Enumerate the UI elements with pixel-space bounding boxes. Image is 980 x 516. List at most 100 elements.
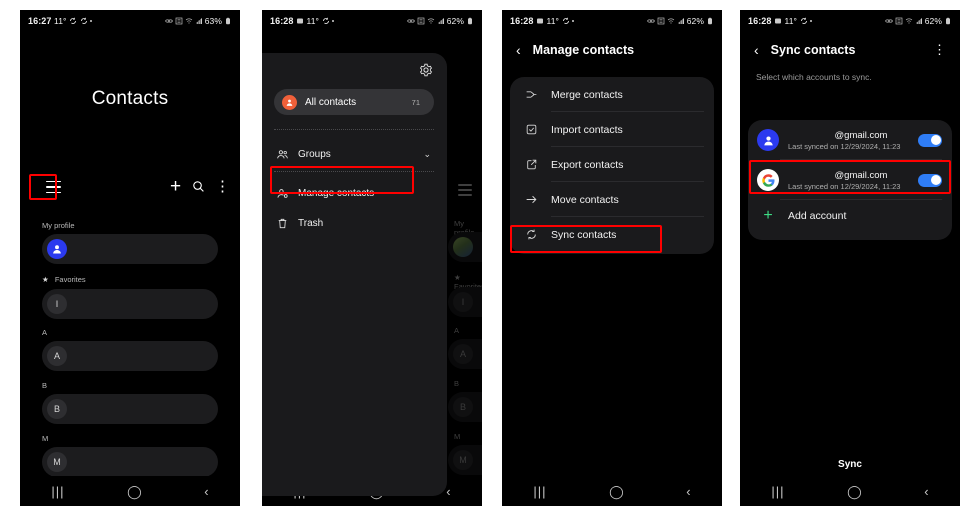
signal-icon bbox=[677, 17, 685, 25]
drawer-item-groups[interactable]: Groups ⌄ bbox=[274, 141, 439, 167]
all-contacts-item[interactable]: All contacts 71 bbox=[274, 89, 434, 115]
home-button[interactable]: ◯ bbox=[609, 485, 624, 498]
back-button[interactable]: ‹ bbox=[924, 485, 928, 498]
status-dot-icon bbox=[810, 20, 813, 22]
list-item: I bbox=[448, 287, 482, 317]
status-right: 63% bbox=[165, 16, 232, 26]
status-left: 16:28 11° bbox=[510, 16, 575, 26]
back-button[interactable]: ‹ bbox=[686, 485, 690, 498]
signal-icon bbox=[915, 17, 923, 25]
list-item[interactable] bbox=[42, 234, 218, 264]
hamburger-icon bbox=[458, 184, 476, 196]
recents-button[interactable]: ||| bbox=[771, 485, 784, 498]
panel-navigation-drawer: 16:28 11° 62% My profile ★ Favorites bbox=[262, 10, 482, 506]
list-item: M bbox=[448, 445, 482, 475]
account-sync-toggle[interactable] bbox=[918, 133, 942, 147]
all-contacts-label: All contacts bbox=[305, 96, 357, 108]
import-icon bbox=[520, 123, 542, 136]
menu-item-merge-contacts[interactable]: Merge contacts bbox=[510, 77, 714, 112]
screenshot-root: 16:27 11° 63% Contacts + ⋮ My profile ★ … bbox=[0, 0, 980, 516]
home-button[interactable]: ◯ bbox=[847, 485, 862, 498]
panel-sync-contacts: 16:28 11° 62% ‹ Sync contacts ⋮ Select w… bbox=[740, 10, 960, 506]
status-dot-icon bbox=[572, 20, 575, 22]
sync-status-icon bbox=[562, 17, 570, 25]
plus-icon: + bbox=[763, 207, 773, 224]
status-temp: 11° bbox=[54, 16, 67, 26]
avatar: B bbox=[47, 399, 67, 419]
app-bar: ‹ Manage contacts bbox=[502, 32, 722, 68]
battery-percent: 62% bbox=[686, 16, 704, 26]
battery-icon bbox=[224, 17, 232, 25]
plus-icon[interactable]: + bbox=[170, 176, 181, 198]
sync-status-icon bbox=[69, 17, 77, 25]
menu-item-import-contacts[interactable]: Import contacts bbox=[510, 112, 714, 147]
avatar bbox=[47, 239, 67, 259]
manage-contacts-card: Merge contacts Import contacts Export co… bbox=[510, 77, 714, 254]
status-dot-icon bbox=[332, 20, 335, 22]
contacts-badge-icon bbox=[282, 94, 297, 110]
merge-icon bbox=[520, 88, 542, 101]
link-icon bbox=[885, 17, 893, 25]
gear-icon[interactable] bbox=[419, 63, 433, 77]
avatar: B bbox=[453, 397, 473, 417]
back-arrow-icon[interactable]: ‹ bbox=[754, 43, 759, 57]
battery-icon bbox=[706, 17, 714, 25]
recents-button[interactable]: ||| bbox=[533, 485, 546, 498]
section-label-favorites: ★ Favorites bbox=[42, 275, 86, 284]
back-button[interactable]: ‹ bbox=[204, 485, 208, 498]
drawer-item-manage-contacts[interactable]: Manage contacts bbox=[274, 180, 439, 206]
list-item[interactable]: A bbox=[42, 341, 218, 371]
status-temp: 11° bbox=[784, 16, 798, 26]
avatar bbox=[453, 237, 473, 257]
status-temp: 11° bbox=[306, 16, 320, 26]
list-item[interactable]: I bbox=[42, 289, 218, 319]
link-icon bbox=[407, 17, 415, 25]
status-left: 16:28 11° bbox=[748, 16, 813, 26]
chevron-down-icon[interactable]: ⌄ bbox=[423, 149, 431, 160]
battery-icon bbox=[944, 17, 952, 25]
divider bbox=[274, 171, 434, 172]
status-left: 16:28 11° bbox=[270, 16, 335, 26]
system-navigation-bar: ||| ◯ ‹ bbox=[740, 476, 960, 506]
menu-item-sync-contacts[interactable]: Sync contacts bbox=[510, 217, 714, 252]
accounts-card: @gmail.com Last synced on 12/29/2024, 11… bbox=[748, 120, 952, 240]
status-bar: 16:28 11° 62% bbox=[502, 10, 722, 32]
section-label-m: M bbox=[454, 432, 461, 441]
recents-button[interactable]: ||| bbox=[51, 485, 64, 498]
account-row[interactable]: @gmail.com Last synced on 12/29/2024, 11… bbox=[748, 160, 952, 200]
wifi-icon bbox=[905, 17, 913, 25]
menu-item-label: Sync contacts bbox=[551, 228, 617, 241]
signal-icon bbox=[195, 17, 203, 25]
menu-item-export-contacts[interactable]: Export contacts bbox=[510, 147, 714, 182]
nfc-icon bbox=[657, 17, 665, 25]
more-options-icon[interactable]: ⋮ bbox=[933, 42, 946, 58]
avatar: I bbox=[47, 294, 67, 314]
status-right: 62% bbox=[885, 16, 952, 26]
menu-item-move-contacts[interactable]: Move contacts bbox=[510, 182, 714, 217]
wifi-icon bbox=[185, 17, 193, 25]
back-arrow-icon[interactable]: ‹ bbox=[516, 43, 521, 57]
screenshot-icon bbox=[296, 17, 304, 25]
section-label-b: B bbox=[454, 379, 460, 388]
add-account-row[interactable]: + Add account bbox=[748, 200, 952, 232]
battery-icon bbox=[466, 17, 474, 25]
drawer-item-trash[interactable]: Trash bbox=[274, 210, 439, 236]
drawer-item-label: Groups bbox=[298, 148, 331, 160]
back-button[interactable]: ‹ bbox=[446, 485, 450, 498]
more-options-icon[interactable]: ⋮ bbox=[215, 176, 230, 198]
sync-button[interactable]: Sync bbox=[740, 459, 960, 470]
drawer-item-label: Manage contacts bbox=[298, 187, 375, 199]
account-row[interactable]: @gmail.com Last synced on 12/29/2024, 11… bbox=[748, 120, 952, 160]
hamburger-icon[interactable] bbox=[42, 176, 64, 198]
wifi-icon bbox=[427, 17, 435, 25]
list-item[interactable]: B bbox=[42, 394, 218, 424]
list-item[interactable]: M bbox=[42, 447, 218, 477]
search-icon[interactable] bbox=[192, 176, 205, 198]
page-subtitle: Select which accounts to sync. bbox=[756, 72, 872, 82]
avatar: A bbox=[47, 346, 67, 366]
section-label-a: A bbox=[454, 326, 460, 335]
avatar: A bbox=[453, 344, 473, 364]
page-title: Sync contacts bbox=[770, 43, 856, 57]
account-sync-toggle[interactable] bbox=[918, 173, 942, 187]
home-button[interactable]: ◯ bbox=[127, 485, 142, 498]
